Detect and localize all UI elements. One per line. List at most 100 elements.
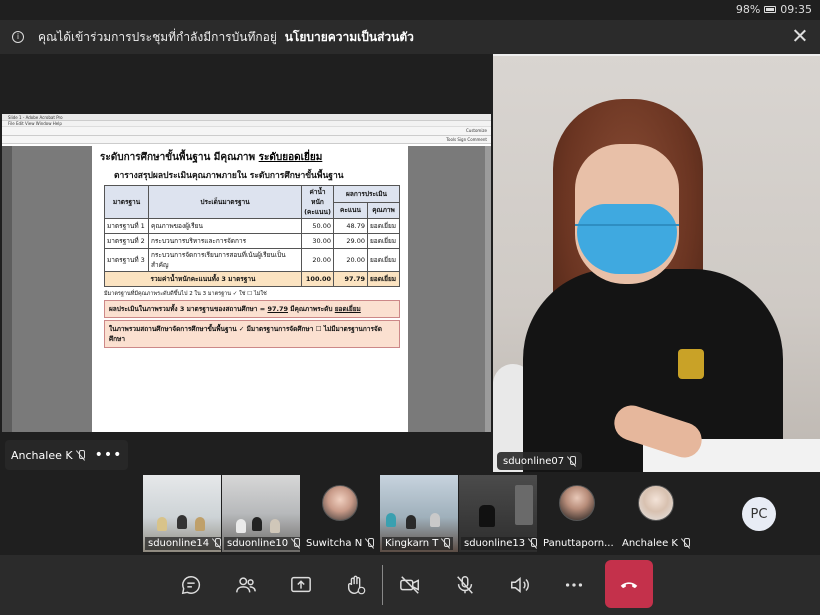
doc-note-overall: ผลประเมินในภาพรวมทั้ง 3 มาตรฐานของสถานศึ… xyxy=(104,300,400,318)
person-figure xyxy=(177,515,187,529)
participant-tile[interactable]: sduonline14 xyxy=(143,475,221,552)
participant-label: Suwitcha N xyxy=(303,537,377,550)
note-overall-prefix: ผลประเมินในภาพรวมทั้ง 3 มาตรฐานของสถานศึ… xyxy=(109,305,266,313)
doc-note-summary: ในภาพรวมสถานศึกษาจัดการศึกษาขั้นพื้นฐาน … xyxy=(104,320,400,348)
cell-weight: 30.00 xyxy=(301,233,334,249)
mic-off-icon xyxy=(457,576,473,594)
hand-icon xyxy=(347,575,366,595)
more-options-icon[interactable]: ••• xyxy=(95,447,123,463)
participant-label: sduonline13 xyxy=(461,537,537,550)
cell-total-score: 97.79 xyxy=(333,271,368,287)
people-icon xyxy=(236,577,256,593)
controls-divider xyxy=(382,565,383,605)
main-speaker-video: sduonline07 xyxy=(493,54,820,472)
clock: 09:35 xyxy=(780,3,812,16)
main-speaker-name: sduonline07 xyxy=(503,455,565,467)
doc-tools-labels: Tools Sign Comment xyxy=(446,137,487,142)
participant-label: Kingkarn T xyxy=(382,537,454,550)
doc-scrollbar[interactable] xyxy=(485,146,491,432)
speaker-button[interactable] xyxy=(500,565,540,605)
cell-standard: มาตรฐานที่ 1 xyxy=(104,218,149,234)
cell-weight: 50.00 xyxy=(301,218,334,234)
person-figure xyxy=(386,513,396,527)
more-icon xyxy=(565,583,583,587)
participant-name: sduonline13 xyxy=(464,538,526,549)
person-figure xyxy=(236,519,246,533)
participant-name: Kingkarn T xyxy=(385,538,439,549)
chat-icon xyxy=(181,576,201,595)
doc-title-bar: Slide 1 - Adobe Acrobat Pro xyxy=(2,114,491,121)
doc-subheading: ตารางสรุปผลประเมินคุณภาพภายใน ระดับการศึ… xyxy=(114,171,344,181)
mic-off-icon xyxy=(292,538,300,549)
doc-body: ระดับการศึกษาขั้นพื้นฐาน มีคุณภาพ ระดับย… xyxy=(2,146,491,432)
participant-tile[interactable]: sduonline13 xyxy=(459,475,537,552)
participant-tile[interactable]: sduonline10 xyxy=(222,475,300,552)
doc-sidebar xyxy=(2,146,12,432)
table-row: มาตรฐานที่ 1 คุณภาพของผู้เรียน 50.00 48.… xyxy=(104,218,400,234)
col-weight-label: ค่าน้ำหนัก xyxy=(309,188,326,206)
chat-button[interactable] xyxy=(171,565,211,605)
camera-toggle-button[interactable] xyxy=(390,565,430,605)
shared-content-area: Slide 1 - Adobe Acrobat Pro File Edit Vi… xyxy=(0,54,492,472)
close-icon[interactable] xyxy=(792,28,808,44)
participant-avatar xyxy=(559,485,595,521)
participant-tile[interactable]: Suwitcha N xyxy=(301,475,379,552)
participant-avatar xyxy=(638,485,674,521)
battery-icon xyxy=(764,6,777,13)
doc-heading-level: ระดับยอดเยี่ยม xyxy=(258,152,323,163)
participant-tile[interactable]: Anchalee K xyxy=(617,475,695,552)
col-quality: คุณภาพ xyxy=(367,201,400,219)
note-overall-mid: มีคุณภาพระดับ xyxy=(290,305,333,313)
mic-off-icon xyxy=(213,538,221,549)
more-actions-button[interactable] xyxy=(554,565,594,605)
cell-standard: มาตรฐานที่ 2 xyxy=(104,233,149,249)
participant-label: Panuttaporn... xyxy=(540,537,616,550)
doc-toolbar-secondary: Tools Sign Comment xyxy=(2,136,491,144)
wall-edge xyxy=(493,54,820,56)
cell-standard: มาตรฐานที่ 3 xyxy=(104,248,149,272)
col-score: คะแนน xyxy=(333,201,368,219)
share-icon xyxy=(291,576,311,593)
status-right: 98% 09:35 xyxy=(736,3,812,16)
doc-heading-text: ระดับการศึกษาขั้นพื้นฐาน มีคุณภาพ xyxy=(100,152,256,163)
camera-off-icon xyxy=(400,576,419,594)
presenter-nametag: Anchalee K ••• xyxy=(5,440,129,470)
presenter-name: Anchalee K xyxy=(11,448,73,462)
col-issue: ประเด็นมาตรฐาน xyxy=(148,185,302,219)
raise-hand-button[interactable] xyxy=(336,565,376,605)
doc-page: ระดับการศึกษาขั้นพื้นฐาน มีคุณภาพ ระดับย… xyxy=(92,146,408,432)
battery-percent: 98% xyxy=(735,3,761,16)
share-screen-button[interactable] xyxy=(281,565,321,605)
person-figure xyxy=(430,513,440,527)
participant-label: sduonline14 xyxy=(145,537,221,550)
person-figure xyxy=(406,515,416,529)
person-figure xyxy=(157,517,167,531)
status-bar: 98% 09:35 xyxy=(0,0,820,20)
doc-toolbar: Customize xyxy=(2,127,491,142)
cell-total-label: รวมค่าน้ำหนักคะแนนทั้ง 3 มาตรฐาน xyxy=(104,271,302,287)
speaker-icon xyxy=(511,577,529,593)
mic-off-icon xyxy=(366,538,375,549)
cell-total-quality: ยอดเยี่ยม xyxy=(367,271,400,287)
cell-quality: ยอดเยี่ยม xyxy=(367,233,400,249)
person-figure xyxy=(270,519,280,533)
banner-message: คุณได้เข้าร่วมการประชุมที่กำลังมีการบันท… xyxy=(38,28,414,47)
mic-toggle-button[interactable] xyxy=(445,565,485,605)
cell-score: 20.00 xyxy=(333,248,368,272)
participants-button[interactable] xyxy=(226,565,266,605)
table-row: มาตรฐานที่ 2 กระบวนการบริหารและการจัดการ… xyxy=(104,233,400,249)
cell-issue: กระบวนการบริหารและการจัดการ xyxy=(148,233,302,249)
hang-up-button[interactable] xyxy=(605,560,653,608)
cell-total-weight: 100.00 xyxy=(301,271,334,287)
participant-tile[interactable]: Kingkarn T xyxy=(380,475,458,552)
participant-avatar-initials[interactable]: PC xyxy=(742,497,776,531)
face-mask xyxy=(577,204,677,274)
col-weight: ค่าน้ำหนัก (คะแนน) xyxy=(301,185,334,219)
assessment-table: มาตรฐาน ประเด็นมาตรฐาน ค่าน้ำหนัก (คะแนน… xyxy=(104,185,400,287)
privacy-policy-link[interactable]: นโยบายความเป็นส่วนตัว xyxy=(285,30,414,44)
note-overall-score: 97.79 xyxy=(267,305,288,313)
participant-strip: sduonline14 sduonline10 Suwitcha N Kingk… xyxy=(0,472,820,555)
face-mask-strap xyxy=(575,224,679,226)
cell-weight: 20.00 xyxy=(301,248,334,272)
participant-tile[interactable]: Panuttaporn... xyxy=(538,475,616,552)
